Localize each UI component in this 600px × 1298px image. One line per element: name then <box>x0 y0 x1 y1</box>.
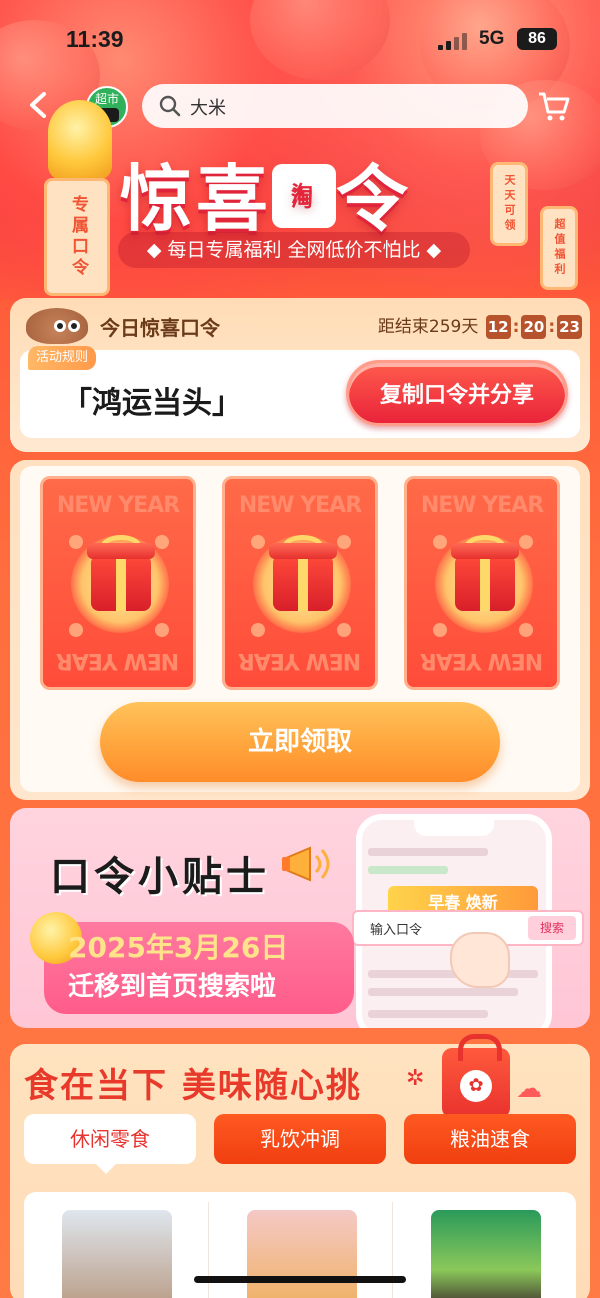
tag-daily: 天天可领 <box>490 162 528 246</box>
hero-banner: 11:39 5G 86 超市 大米 专属口令 天天可领 超值福利 惊喜 淘 令 … <box>0 0 600 300</box>
network-type: 5G <box>479 28 505 49</box>
gift-box-icon <box>87 543 155 611</box>
envelope-label: NEW YEAR <box>56 493 180 518</box>
battery-icon: 86 <box>517 28 557 50</box>
red-envelope-card[interactable]: NEW YEAR NEW YEAR <box>404 476 560 690</box>
status-time: 11:39 <box>66 26 124 52</box>
title-part1: 惊喜 <box>120 157 273 241</box>
envelope-area: NEW YEAR NEW YEAR NEW YEAR NEW YEAR NEW … <box>20 466 580 792</box>
signal-icon <box>438 32 468 50</box>
code-tips-panel: 口令小贴士 早春 焕新 输入口令 搜索 2025年3月26日 迁移到首页搜索啦 <box>10 808 590 1028</box>
product-card[interactable] <box>392 1202 576 1298</box>
search-input[interactable]: 大米 <box>190 94 226 120</box>
envelope-label-mirrored: NEW YEAR <box>238 648 362 673</box>
taobao-seal-icon: 淘 <box>272 164 337 229</box>
envelope-label: NEW YEAR <box>238 493 362 518</box>
envelope-label-mirrored: NEW YEAR <box>420 648 544 673</box>
home-indicator <box>194 1276 406 1283</box>
tip-message: 迁移到首页搜索啦 <box>68 972 277 1002</box>
hero-subtitle: ◆ 每日专属福利 全网低价不怕比 ◆ <box>118 232 470 268</box>
red-envelope-panel: NEW YEAR NEW YEAR NEW YEAR NEW YEAR NEW … <box>10 460 590 800</box>
megaphone-icon <box>280 842 336 886</box>
search-icon <box>158 94 182 122</box>
product-image-plum-jar <box>62 1210 172 1298</box>
tag-value-benefits: 超值福利 <box>540 206 578 290</box>
shopping-bag-icon: ✿ <box>442 1034 510 1118</box>
active-tab-pointer <box>96 1164 116 1174</box>
tips-title: 口令小贴士 <box>50 854 270 900</box>
claim-now-button[interactable]: 立即领取 <box>100 702 500 782</box>
product-card[interactable] <box>24 1202 208 1298</box>
copy-and-share-button[interactable]: 复制口令并分享 <box>346 360 568 426</box>
red-envelope-card[interactable]: NEW YEAR NEW YEAR <box>222 476 378 690</box>
title-part2: 令 <box>336 157 413 241</box>
tag-exclusive-code: 专属口令 <box>44 178 110 296</box>
daily-code-title: 今日惊喜口令 <box>100 316 220 340</box>
food-section: 食在当下 美味随心挑 ✲ ✿ ☁ 休闲零食 乳饮冲调 粮油速食 <box>10 1034 590 1298</box>
badge-label: 超市 <box>94 92 119 106</box>
pointing-hand-icon <box>450 932 510 988</box>
daily-code-body: 活动规则 「鸿运当头」 复制口令并分享 <box>20 346 580 438</box>
countdown-timer: 距结束259天 12:20:23 <box>377 315 582 339</box>
envelope-label: NEW YEAR <box>420 493 544 518</box>
gift-box-icon <box>451 543 519 611</box>
hedgehog-mascot-icon <box>26 308 88 344</box>
gift-box-icon <box>269 543 337 611</box>
food-section-title: 食在当下 美味随心挑 <box>24 1066 362 1106</box>
status-bar: 11:39 5G 86 <box>0 22 600 58</box>
daily-code-text: 「鸿运当头」 <box>62 386 242 421</box>
daily-code-panel: 今日惊喜口令 距结束259天 12:20:23 活动规则 「鸿运当头」 复制口令… <box>10 298 590 452</box>
countdown-minutes: 20 <box>521 315 547 339</box>
product-card[interactable] <box>208 1202 392 1298</box>
countdown-seconds: 23 <box>557 315 582 339</box>
tip-date: 2025年3月26日 <box>68 931 289 964</box>
back-icon[interactable] <box>24 88 54 122</box>
search-bar[interactable]: 大米 <box>142 84 528 128</box>
product-image-pastry-box <box>247 1210 357 1298</box>
hero-title: 惊喜淘令 <box>120 140 480 241</box>
gold-mascot-decoration <box>48 100 112 180</box>
countdown-hours: 12 <box>485 315 511 339</box>
countdown-label: 距结束259天 <box>377 317 479 337</box>
red-envelope-card[interactable]: NEW YEAR NEW YEAR <box>40 476 196 690</box>
product-image-oreo-box <box>431 1210 541 1298</box>
cloud-swirl-icon: ☁ <box>516 1074 542 1104</box>
sparkle-icon: ✲ <box>406 1066 425 1091</box>
rules-link[interactable]: 活动规则 <box>28 346 97 370</box>
daily-code-header: 今日惊喜口令 距结束259天 12:20:23 <box>26 308 582 344</box>
cart-icon[interactable] <box>536 88 572 128</box>
tab-snacks[interactable]: 休闲零食 <box>24 1114 196 1164</box>
envelope-label-mirrored: NEW YEAR <box>56 648 180 673</box>
phone-search-placeholder: 输入口令 <box>370 923 423 938</box>
tab-dairy-drinks[interactable]: 乳饮冲调 <box>214 1114 386 1164</box>
phone-search-button: 搜索 <box>528 916 576 940</box>
tab-grain-instant[interactable]: 粮油速食 <box>404 1114 576 1164</box>
page: 11:39 5G 86 超市 大米 专属口令 天天可领 超值福利 惊喜 淘 令 … <box>0 0 600 1298</box>
